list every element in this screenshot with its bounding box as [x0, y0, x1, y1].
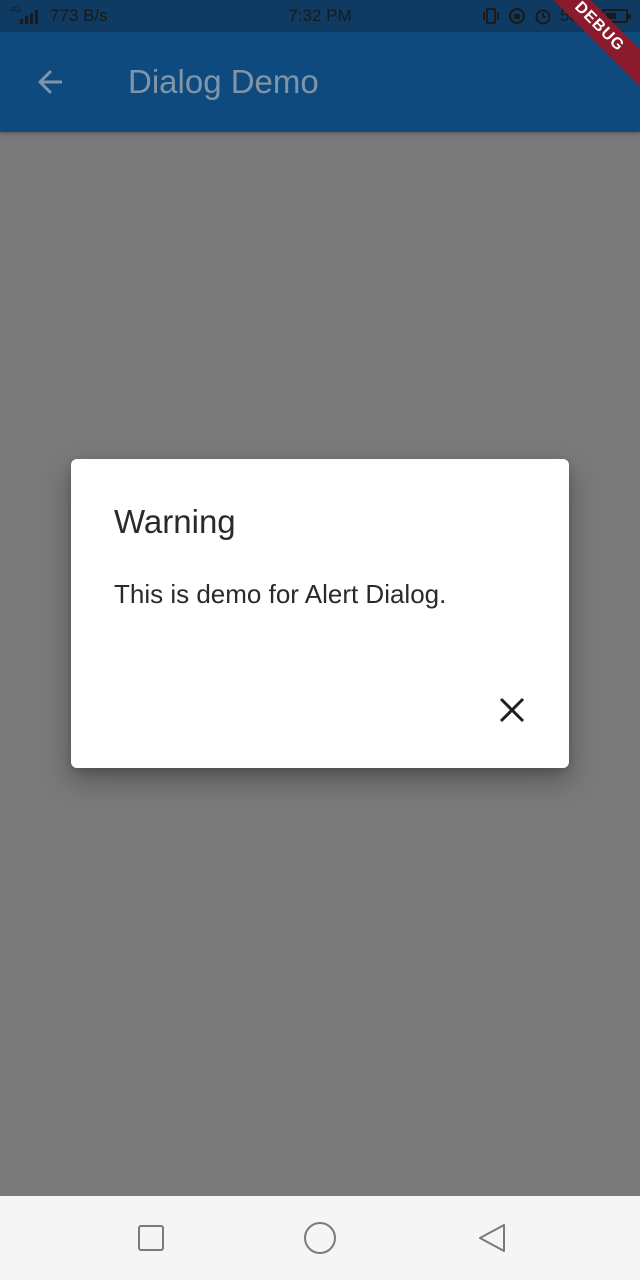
alert-dialog: Warning This is demo for Alert Dialog. [71, 459, 569, 768]
close-icon [499, 697, 525, 723]
page-title: Dialog Demo [128, 63, 319, 100]
home-icon [304, 1222, 336, 1254]
dialog-message: This is demo for Alert Dialog. [114, 579, 447, 609]
alarm-icon [535, 9, 551, 25]
rotation-lock-icon [508, 8, 525, 24]
home-button[interactable] [302, 1220, 338, 1256]
back-button[interactable] [24, 56, 76, 108]
back-icon [479, 1224, 505, 1252]
close-button[interactable] [497, 695, 527, 725]
recent-apps-button[interactable] [133, 1220, 169, 1256]
system-nav-bar [0, 1196, 640, 1280]
vibrate-icon [482, 8, 499, 24]
dialog-title: Warning [114, 503, 236, 540]
arrow-left-icon [38, 70, 62, 94]
status-bar: 4G 773 B/s 7:32 PM 58% [0, 0, 640, 32]
nav-back-button[interactable] [474, 1220, 510, 1256]
app-bar: Dialog Demo [0, 32, 640, 132]
recent-apps-icon [138, 1225, 164, 1251]
